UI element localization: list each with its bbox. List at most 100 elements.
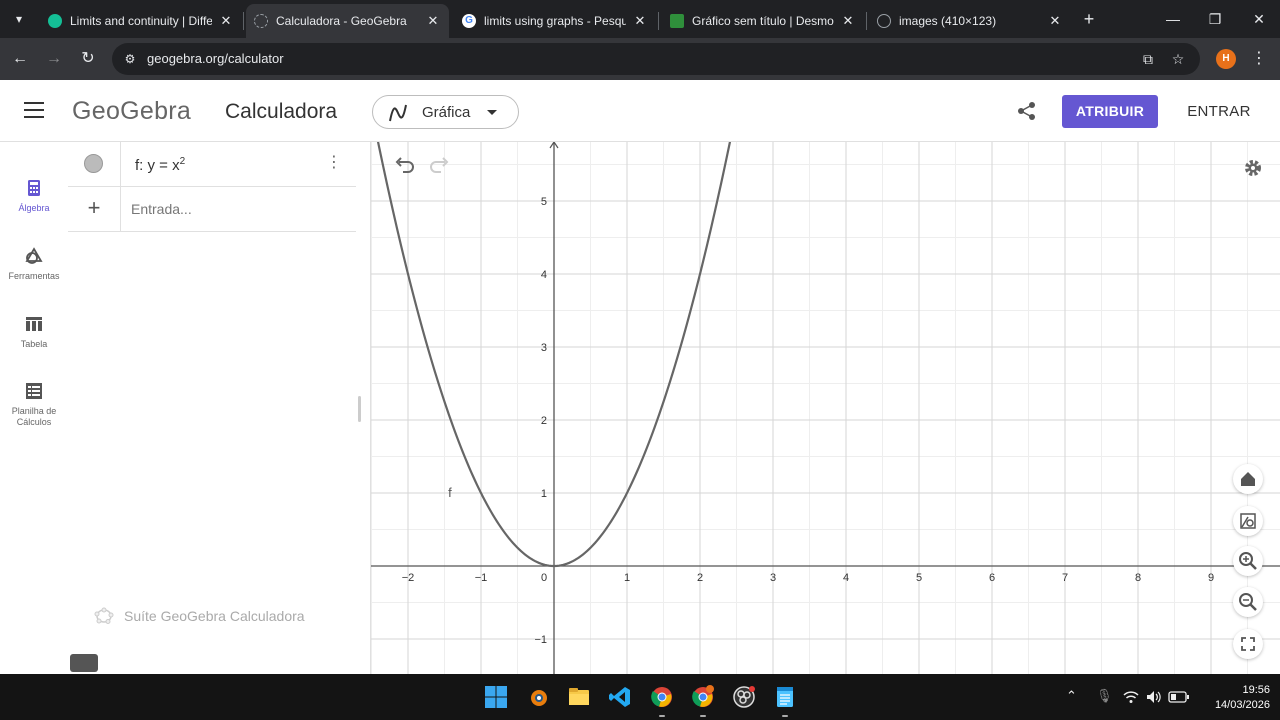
nav-item-spreadsheet[interactable]: Planilha de Cálculos	[0, 381, 68, 428]
calculator-icon	[28, 180, 40, 196]
app-header: GeoGebra Calculadora Gráfica ATRIBUIR EN…	[0, 80, 1280, 142]
zoom-in-icon	[1239, 552, 1257, 570]
install-app-icon[interactable]: ⧉	[1138, 49, 1158, 69]
back-button[interactable]: ←	[8, 47, 32, 71]
tab-search-dropdown-icon[interactable]: ▾	[8, 8, 30, 30]
tab-title: Gráfico sem título | Desmos	[692, 14, 834, 28]
geogebra-logo-icon	[94, 607, 114, 624]
show-objects-button[interactable]	[1233, 506, 1263, 536]
tab-divider	[243, 12, 244, 30]
chevron-down-icon	[487, 110, 497, 115]
wifi-icon[interactable]	[1122, 688, 1140, 706]
obs-icon[interactable]	[732, 685, 756, 709]
table-icon	[26, 317, 42, 331]
site-info-icon[interactable]: ⚙	[122, 51, 138, 67]
home-button[interactable]	[1233, 464, 1263, 494]
nav-item-algebra[interactable]: Álgebra	[0, 178, 68, 213]
share-icon[interactable]	[1016, 100, 1038, 122]
tab-khan-academy[interactable]: Limits and continuity | Differ ✕	[40, 4, 242, 38]
chrome-profile-icon[interactable]	[691, 685, 715, 709]
close-tab-icon[interactable]: ✕	[218, 13, 234, 29]
close-tab-icon[interactable]: ✕	[1047, 13, 1063, 29]
menu-icon[interactable]	[24, 102, 44, 118]
keyboard-icon[interactable]	[70, 654, 98, 672]
reload-button[interactable]: ↻	[76, 47, 100, 71]
volume-icon[interactable]	[1145, 688, 1163, 706]
nav-item-tools[interactable]: Ferramentas	[0, 246, 68, 281]
address-bar[interactable]: ⚙ geogebra.org/calculator ⧉ ☆	[112, 43, 1200, 75]
objects-icon	[1240, 513, 1256, 529]
desmos-favicon-icon	[670, 14, 684, 28]
tab-divider	[658, 12, 659, 30]
close-tab-icon[interactable]: ✕	[425, 13, 441, 29]
fullscreen-button[interactable]	[1233, 629, 1263, 659]
microphone-icon[interactable]: 🎙	[1096, 688, 1113, 704]
exponent: 2	[179, 156, 186, 167]
algebra-expression[interactable]: f: y = x2	[135, 156, 185, 174]
y-tick-label: 3	[541, 342, 547, 354]
y-tick-label: 4	[541, 269, 547, 281]
tab-image[interactable]: images (410×123) ✕	[869, 4, 1071, 38]
chrome-icon[interactable]	[650, 685, 674, 709]
profile-avatar[interactable]: H	[1216, 49, 1236, 69]
geogebra-logo: GeoGebra	[72, 97, 192, 125]
tab-title: Calculadora - GeoGebra	[276, 14, 407, 28]
x-tick-label: 7	[1062, 572, 1068, 584]
zoom-in-button[interactable]	[1233, 546, 1263, 576]
file-explorer-icon[interactable]	[567, 685, 591, 709]
tab-google-search[interactable]: G limits using graphs - Pesquis ✕	[454, 4, 656, 38]
zoom-out-button[interactable]	[1233, 587, 1263, 617]
undo-icon[interactable]	[391, 150, 419, 178]
nav-item-table[interactable]: Tabela	[0, 314, 68, 349]
zoom-out-icon	[1239, 593, 1257, 611]
login-button[interactable]: ENTRAR	[1176, 95, 1262, 128]
function-curve-f	[376, 142, 732, 568]
restore-window-icon[interactable]: ❐	[1202, 6, 1228, 32]
notepad-icon[interactable]	[773, 685, 797, 709]
close-tab-icon[interactable]: ✕	[840, 13, 856, 29]
shapes-icon	[25, 247, 43, 264]
x-tick-label: 0	[541, 572, 547, 584]
minimize-window-icon[interactable]: —	[1160, 6, 1186, 32]
algebra-row-f[interactable]: f: y = x2 ⋮	[68, 142, 356, 187]
app-mode-dropdown[interactable]: Gráfica	[372, 95, 519, 129]
home-icon	[1241, 472, 1255, 486]
y-tick-label: −1	[534, 634, 547, 646]
running-indicator	[782, 715, 788, 717]
x-tick-label: 3	[770, 572, 776, 584]
y-tick-label: 1	[541, 488, 547, 500]
running-indicator	[659, 715, 665, 717]
clock-date: 14/03/2026	[1214, 699, 1270, 711]
sign-up-button[interactable]: ATRIBUIR	[1062, 95, 1158, 128]
system-clock[interactable]: 19:56 14/03/2026	[1200, 683, 1270, 713]
settings-gear-icon[interactable]	[1239, 154, 1267, 182]
suite-link[interactable]: Suíte GeoGebra Calculadora	[94, 606, 305, 626]
panel-resize-handle[interactable]	[358, 396, 361, 422]
bookmark-star-icon[interactable]: ☆	[1168, 49, 1188, 69]
suite-label-text: Suíte GeoGebra Calculadora	[124, 608, 305, 624]
forward-button[interactable]: →	[42, 47, 66, 71]
close-window-icon[interactable]: ✕	[1246, 6, 1272, 32]
tray-overflow-icon[interactable]: ⌃	[1066, 688, 1077, 704]
windows-start-icon[interactable]	[484, 685, 508, 709]
algebra-input-row[interactable]: + Entrada...	[68, 187, 356, 232]
item-menu-icon[interactable]: ⋮	[326, 152, 342, 174]
battery-icon[interactable]	[1168, 689, 1190, 705]
graphics-view[interactable]: −2 −1 0 1 2 3 4 5 6 7 8 9 5 4 3 2 1 −1 f	[371, 142, 1280, 674]
algebra-input[interactable]: Entrada...	[131, 201, 192, 217]
visibility-toggle[interactable]	[84, 154, 103, 173]
windows-taskbar: ⌃ 🎙 19:56 14/03/2026	[0, 674, 1280, 720]
add-icon[interactable]: +	[84, 196, 104, 220]
vscode-icon[interactable]	[608, 685, 632, 709]
x-tick-label: −1	[475, 572, 488, 584]
tab-geogebra[interactable]: Calculadora - GeoGebra ✕	[246, 4, 449, 38]
graph-canvas[interactable]: −2 −1 0 1 2 3 4 5 6 7 8 9 5 4 3 2 1 −1 f	[371, 142, 1280, 674]
browser-menu-icon[interactable]: ⋮	[1250, 47, 1268, 71]
close-tab-icon[interactable]: ✕	[632, 13, 648, 29]
blender-icon[interactable]	[526, 685, 550, 709]
tab-desmos[interactable]: Gráfico sem título | Desmos ✕	[662, 4, 864, 38]
nav-label: Planilha de Cálculos	[11, 406, 57, 427]
url-text: geogebra.org/calculator	[147, 51, 284, 66]
redo-icon[interactable]	[425, 150, 453, 178]
new-tab-button[interactable]: +	[1078, 8, 1100, 30]
